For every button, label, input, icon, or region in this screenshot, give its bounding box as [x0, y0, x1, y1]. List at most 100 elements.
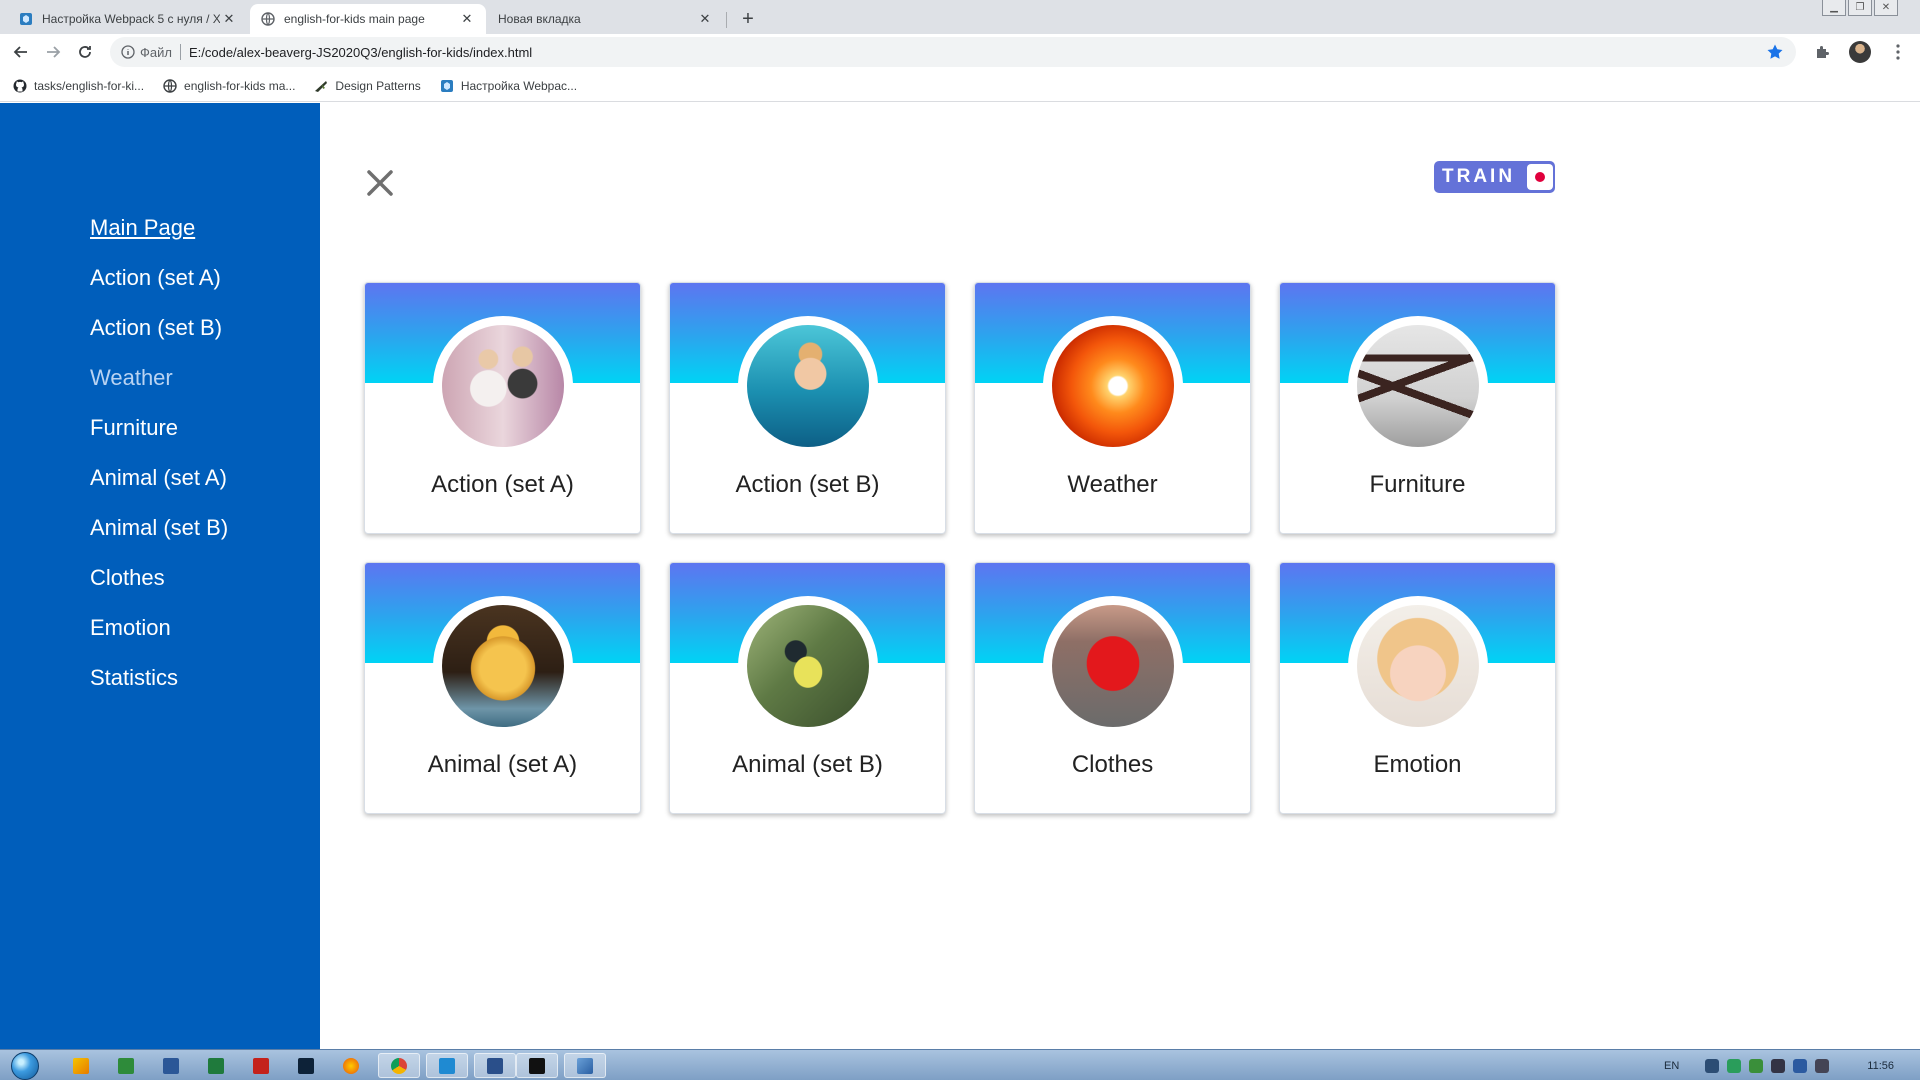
bookmark-label: tasks/english-for-ki... [34, 78, 145, 93]
minimize-button[interactable]: ▁ [1822, 0, 1846, 16]
network-status-icon[interactable] [1793, 1058, 1808, 1073]
tab-close-icon[interactable]: ✕ [696, 10, 714, 28]
tab-close-icon[interactable]: ✕ [458, 10, 476, 28]
taskbar-app-chrome[interactable] [378, 1053, 420, 1078]
discord-icon[interactable] [1705, 1058, 1720, 1073]
sidebar-link[interactable]: Weather [90, 365, 173, 390]
language-indicator[interactable]: EN [1664, 1060, 1679, 1072]
taskbar-app-save[interactable] [474, 1053, 516, 1078]
sidebar-item-weather[interactable]: Weather [90, 365, 228, 415]
taskbar-app-terminal[interactable] [516, 1053, 558, 1078]
security-icon[interactable] [1727, 1058, 1742, 1073]
taskbar-app-project[interactable] [105, 1053, 147, 1078]
close-window-button[interactable]: ✕ [1874, 0, 1898, 16]
train-play-toggle[interactable]: TRAIN [1434, 161, 1555, 193]
more-menu-icon[interactable] [1886, 40, 1910, 64]
shield-check-icon[interactable] [1749, 1058, 1764, 1073]
sidebar-item-animal-set-b[interactable]: Animal (set B) [90, 515, 228, 565]
tab-separator [726, 12, 727, 28]
sidebar-item-statistics[interactable]: Statistics [90, 665, 228, 715]
sidebar-item-clothes[interactable]: Clothes [90, 565, 228, 615]
taskbar-app-acrobat[interactable] [240, 1053, 282, 1078]
reload-button[interactable] [72, 39, 98, 65]
bookmark-star-icon[interactable] [1766, 43, 1784, 61]
sidebar-link[interactable]: Emotion [90, 615, 171, 640]
page-content: Main Page Action (set A) Action (set B) … [0, 103, 1920, 1049]
browser-toolbar: Файл E:/code/alex-beaverg-JS2020Q3/engli… [0, 34, 1920, 70]
category-card-action-set-b[interactable]: Action (set B) [669, 282, 946, 534]
floppy-icon [487, 1057, 503, 1074]
lightning-icon [73, 1057, 89, 1074]
sidebar-item-action-set-b[interactable]: Action (set B) [90, 315, 228, 365]
new-tab-button[interactable]: + [735, 6, 761, 32]
category-title: Clothes [1071, 751, 1154, 778]
category-image [1043, 596, 1183, 736]
taskbar-app-winamp[interactable] [60, 1053, 102, 1078]
category-card-weather[interactable]: Weather [974, 282, 1251, 534]
taskbar-app-firefox[interactable] [330, 1053, 372, 1078]
category-card-furniture[interactable]: Furniture [1279, 282, 1556, 534]
maximize-button[interactable]: ❐ [1848, 0, 1872, 16]
sidebar-item-animal-set-a[interactable]: Animal (set A) [90, 465, 228, 515]
category-card-emotion[interactable]: Emotion [1279, 562, 1556, 814]
category-image [433, 316, 573, 456]
taskbar-app-network[interactable] [564, 1053, 606, 1078]
sidebar-item-emotion[interactable]: Emotion [90, 615, 228, 665]
sidebar-link[interactable]: Action (set B) [90, 315, 222, 340]
tab-close-icon[interactable]: ✕ [220, 10, 238, 28]
category-title: Weather [1067, 471, 1158, 498]
taskbar-app-word[interactable] [150, 1053, 192, 1078]
sidebar-link[interactable]: Main Page [90, 215, 195, 240]
profile-avatar[interactable] [1848, 40, 1872, 64]
extensions-puzzle-icon[interactable] [1810, 40, 1834, 64]
bookmark-label: Настройка Webpac... [460, 78, 578, 93]
tab-english-for-kids[interactable]: english-for-kids main page ✕ [250, 4, 486, 34]
record-dot-icon [1535, 172, 1545, 182]
category-title: Emotion [1373, 751, 1462, 778]
sidebar-link[interactable]: Animal (set B) [90, 515, 228, 540]
bookmark-item[interactable]: Настройка Webpac... [439, 78, 577, 94]
category-title: Action (set B) [735, 471, 880, 498]
sidebar-link[interactable]: Clothes [90, 565, 165, 590]
sidebar-item-action-set-a[interactable]: Action (set A) [90, 265, 228, 315]
terminal-icon [529, 1057, 545, 1074]
toggle-knob[interactable] [1527, 164, 1553, 190]
sidebar-menu: Main Page Action (set A) Action (set B) … [0, 103, 320, 1049]
category-card-animal-set-b[interactable]: Animal (set B) [669, 562, 946, 814]
back-button[interactable] [8, 39, 34, 65]
window-controls: ▁ ❐ ✕ [1822, 0, 1898, 16]
taskbar-app-excel[interactable] [195, 1053, 237, 1078]
webpack-icon [439, 78, 455, 94]
tab-webpack[interactable]: Настройка Webpack 5 с нуля / Х ✕ [8, 4, 248, 34]
info-icon[interactable] [120, 44, 136, 60]
sidebar-item-main-page[interactable]: Main Page [90, 215, 228, 265]
signal-icon[interactable] [1771, 1058, 1786, 1073]
bookmark-label: Design Patterns [335, 78, 421, 93]
sidebar-link[interactable]: Action (set A) [90, 265, 221, 290]
vscode-icon [439, 1057, 455, 1074]
clock[interactable]: 11:56 [1867, 1060, 1894, 1072]
bookmark-item[interactable]: english-for-kids ma... [162, 78, 295, 94]
taskbar-app-vscode[interactable] [426, 1053, 468, 1078]
url-text[interactable]: E:/code/alex-beaverg-JS2020Q3/english-fo… [189, 45, 532, 60]
category-image [1348, 596, 1488, 736]
sidebar-item-furniture[interactable]: Furniture [90, 415, 228, 465]
volume-icon[interactable] [1815, 1058, 1830, 1073]
start-button[interactable] [8, 1050, 42, 1080]
category-card-clothes[interactable]: Clothes [974, 562, 1251, 814]
arrow-left-icon [13, 46, 27, 58]
taskbar-app-photoshop[interactable] [285, 1053, 327, 1078]
close-menu-button[interactable] [360, 163, 400, 203]
sidebar-link[interactable]: Animal (set A) [90, 465, 227, 490]
forward-button[interactable] [40, 39, 66, 65]
bookmark-item[interactable]: tasks/english-for-ki... [12, 78, 144, 94]
windows-taskbar: EN 11:56 [0, 1049, 1920, 1080]
category-card-action-set-a[interactable]: Action (set A) [364, 282, 641, 534]
sidebar-link[interactable]: Furniture [90, 415, 178, 440]
category-card-animal-set-a[interactable]: Animal (set A) [364, 562, 641, 814]
sidebar-link[interactable]: Statistics [90, 665, 178, 690]
bookmarks-bar: tasks/english-for-ki... english-for-kids… [0, 70, 1920, 102]
tab-new[interactable]: Новая вкладка ✕ [488, 4, 724, 34]
bookmark-item[interactable]: Design Patterns [313, 78, 421, 94]
address-bar[interactable]: Файл E:/code/alex-beaverg-JS2020Q3/engli… [110, 37, 1796, 67]
